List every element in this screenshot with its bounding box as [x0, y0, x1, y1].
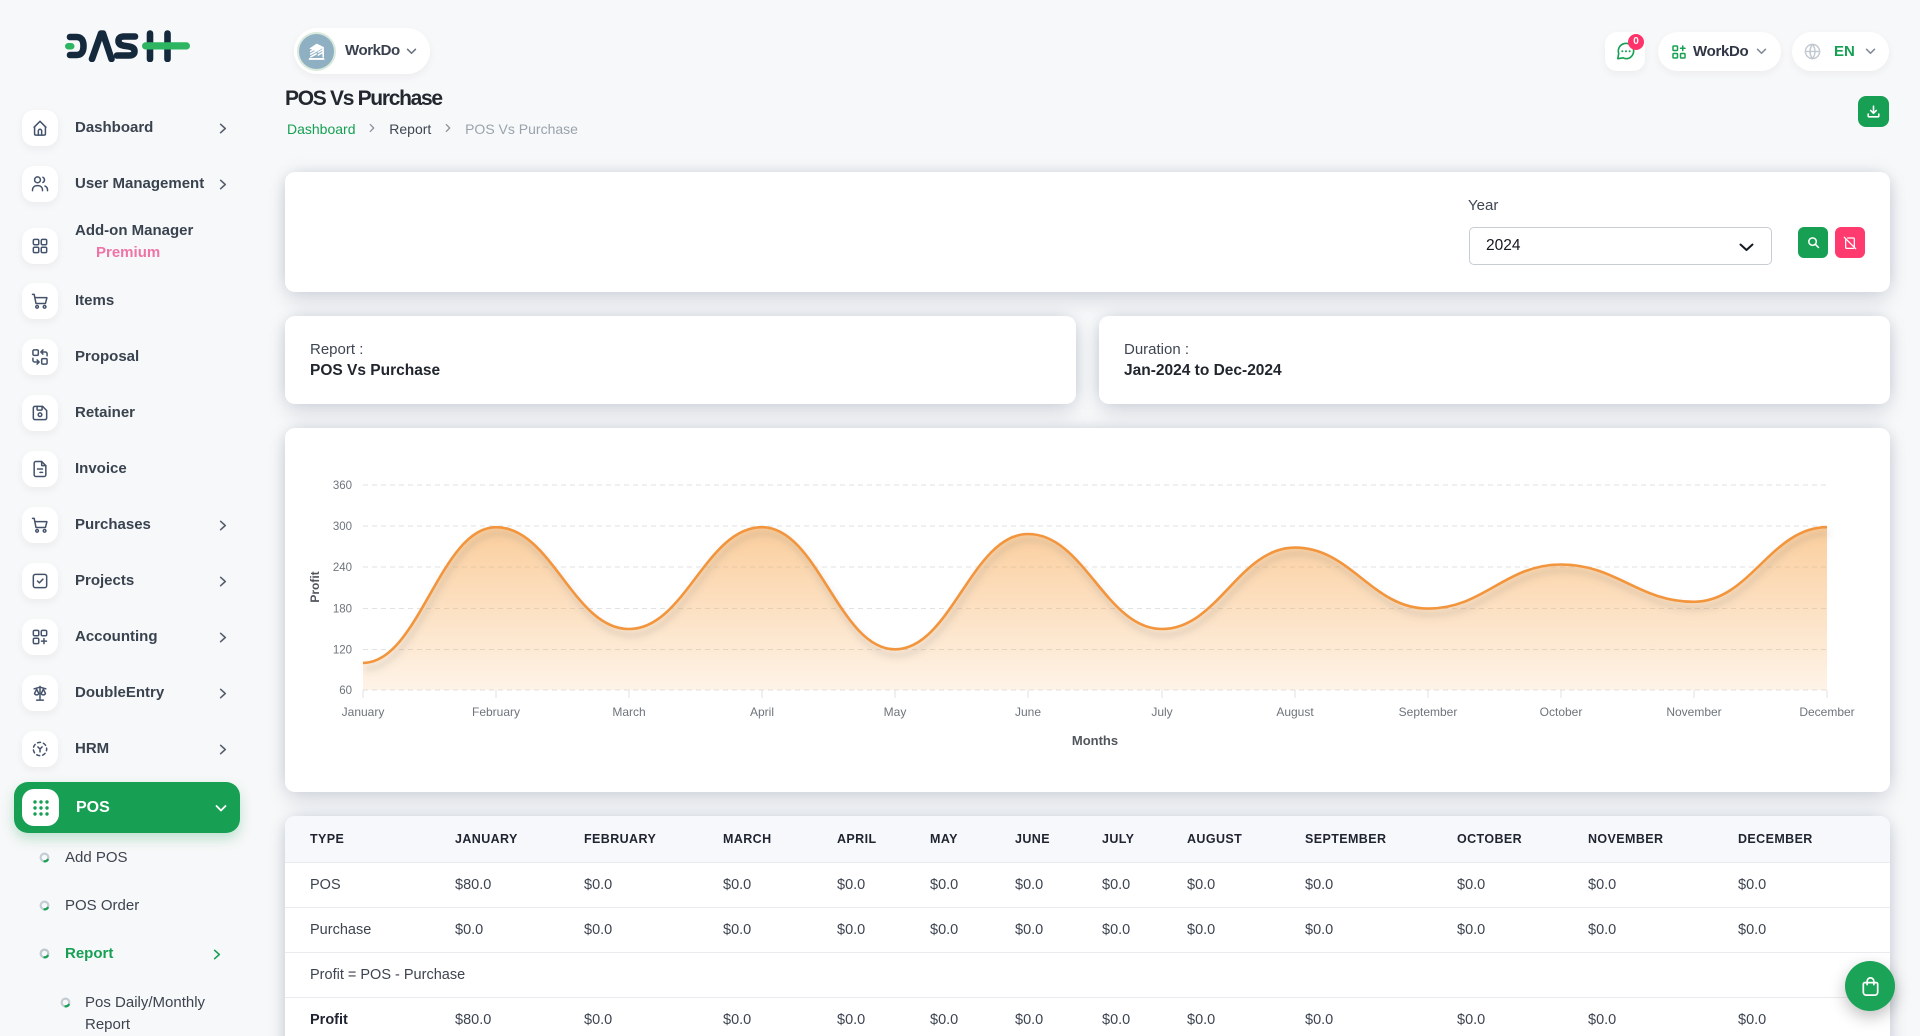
svg-text:Months: Months [1072, 733, 1118, 748]
svg-text:December: December [1799, 705, 1854, 719]
svg-text:60: 60 [339, 685, 352, 697]
svg-text:November: November [1666, 705, 1721, 719]
svg-text:180: 180 [333, 604, 352, 616]
svg-text:May: May [884, 705, 907, 719]
svg-text:Profit: Profit [308, 571, 322, 602]
svg-text:April: April [750, 705, 774, 719]
svg-text:360: 360 [333, 480, 352, 492]
svg-text:300: 300 [333, 521, 352, 533]
svg-text:October: October [1540, 705, 1583, 719]
svg-text:August: August [1276, 705, 1314, 719]
svg-text:January: January [342, 705, 385, 719]
svg-text:February: February [472, 705, 520, 719]
svg-text:120: 120 [333, 645, 352, 657]
svg-text:September: September [1399, 705, 1458, 719]
svg-text:July: July [1151, 705, 1172, 719]
svg-text:240: 240 [333, 562, 352, 574]
svg-text:June: June [1015, 705, 1041, 719]
svg-text:March: March [612, 705, 645, 719]
